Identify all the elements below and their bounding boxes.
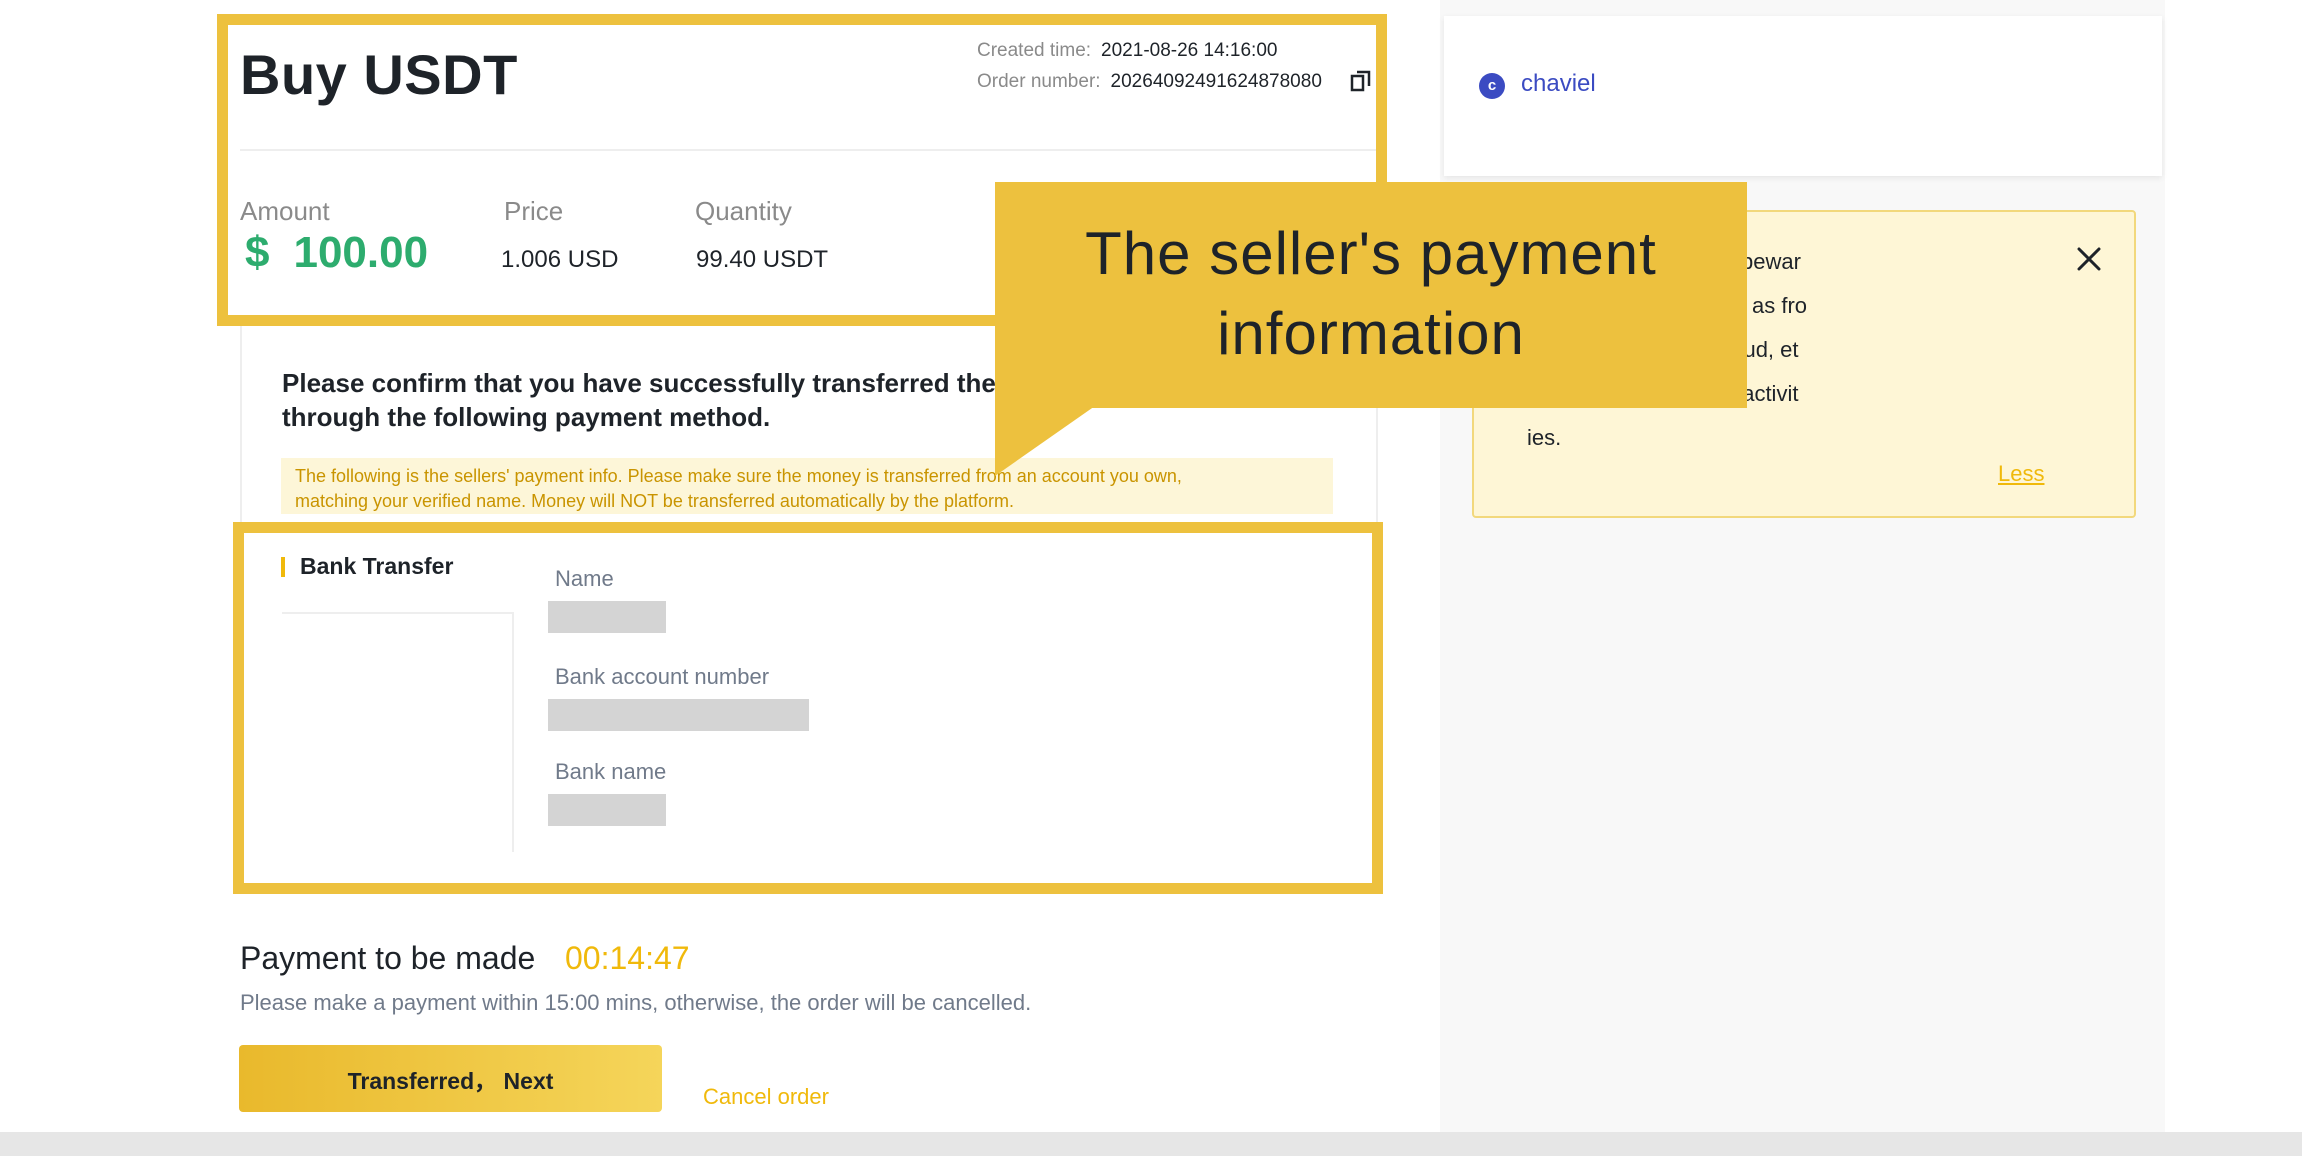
confirm-line-2: through the following payment method. xyxy=(282,402,771,432)
transferred-next-button[interactable]: Transferred， Next xyxy=(239,1045,662,1112)
callout-line-2: information xyxy=(1217,300,1525,367)
warning-line-5: ies. xyxy=(1527,425,1562,450)
cancel-order-link[interactable]: Cancel order xyxy=(703,1084,829,1110)
bottom-strip xyxy=(0,1132,2302,1156)
confirm-line-1: Please confirm that you have successfull… xyxy=(282,368,996,398)
callout-tail xyxy=(995,406,1095,476)
notice-line-2: matching your verified name. Money will … xyxy=(295,491,1014,511)
notice-line-1: The following is the sellers' payment in… xyxy=(295,466,1182,486)
seller-payment-notice: The following is the sellers' payment in… xyxy=(281,458,1333,514)
payment-timer: 00:14:47 xyxy=(565,940,690,976)
less-link[interactable]: Less xyxy=(1998,461,2044,487)
payment-title: Payment to be made xyxy=(240,940,536,976)
callout-line-1: The seller's payment xyxy=(1085,220,1657,287)
avatar: c xyxy=(1479,73,1505,99)
seller-name-link[interactable]: chaviel xyxy=(1521,70,1596,98)
payment-subtitle: Please make a payment within 15:00 mins,… xyxy=(240,990,1032,1015)
highlight-bank-details xyxy=(233,522,1383,894)
close-icon[interactable] xyxy=(2072,242,2106,276)
callout-text: The seller's payment information xyxy=(995,214,1747,374)
confirm-instruction: Please confirm that you have successfull… xyxy=(282,366,1002,434)
